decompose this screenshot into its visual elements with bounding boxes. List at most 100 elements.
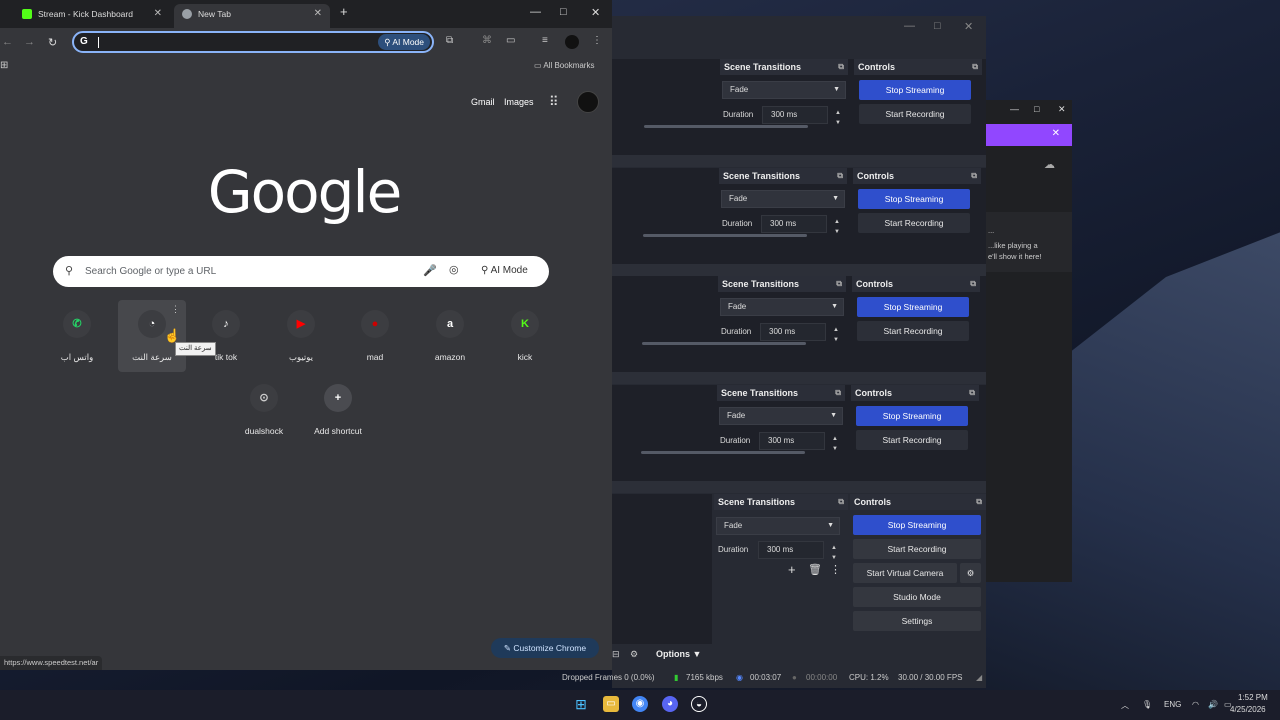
account-avatar[interactable] <box>577 91 599 113</box>
start-recording-button[interactable]: Start Recording <box>858 213 970 233</box>
settings-button[interactable]: Settings <box>853 611 981 631</box>
popout-icon[interactable]: ⧉ <box>971 168 977 184</box>
more-vert-icon[interactable]: ⋮ <box>830 563 841 576</box>
popout-icon[interactable]: ⧉ <box>972 59 978 75</box>
discord-icon[interactable]: ◕ <box>662 696 678 712</box>
popout-icon[interactable]: ⧉ <box>838 59 844 75</box>
start-virtual-camera-button[interactable]: Start Virtual Camera <box>853 563 957 583</box>
filter-icon[interactable]: ⊟ <box>612 649 620 660</box>
popout-icon[interactable]: ⧉ <box>970 276 976 292</box>
close-icon[interactable]: ✕ <box>314 4 322 24</box>
start-recording-button[interactable]: Start Recording <box>856 430 968 450</box>
spin-down-icon[interactable]: ▼ <box>835 115 841 131</box>
volume-icon[interactable]: 🔊 <box>1208 700 1218 709</box>
stop-streaming-button[interactable]: Stop Streaming <box>857 297 969 317</box>
ai-mode-search-button[interactable]: ⚲ AI Mode <box>481 265 528 276</box>
start-recording-button[interactable]: Start Recording <box>853 539 981 559</box>
resize-grip-icon[interactable]: ◢ <box>976 673 982 682</box>
add-transition-icon[interactable]: + <box>788 562 796 577</box>
wifi-icon[interactable]: ◠ <box>1192 700 1199 709</box>
microphone-tray-icon[interactable]: 🎙 <box>1142 700 1152 709</box>
reload-icon[interactable]: ↻ <box>48 36 57 49</box>
obs-maximize-button[interactable]: □ <box>934 20 941 32</box>
microphone-icon[interactable]: 🎤 <box>423 264 437 277</box>
shortcut-tile[interactable]: + Add shortcut <box>304 374 372 446</box>
duration-spinbox[interactable]: 300 ms ▲ ▼ <box>759 432 838 452</box>
horizontal-scrollbar[interactable] <box>644 125 808 128</box>
stop-streaming-button[interactable]: Stop Streaming <box>856 406 968 426</box>
duration-spinbox[interactable]: 300 ms ▲ ▼ <box>758 541 837 561</box>
horizontal-scrollbar[interactable] <box>643 234 807 237</box>
extensions-icon[interactable]: ⧉ <box>446 35 453 46</box>
transition-select[interactable]: Fade ▼ <box>722 81 846 99</box>
transition-select[interactable]: Fade ▼ <box>721 190 845 208</box>
stop-streaming-button[interactable]: Stop Streaming <box>858 189 970 209</box>
forward-icon[interactable]: → <box>24 36 35 48</box>
popout-icon[interactable]: ⧉ <box>976 494 982 510</box>
virtual-camera-settings-button[interactable]: ⚙ <box>960 563 981 583</box>
tab-new-tab[interactable]: New Tab ✕ <box>174 4 330 28</box>
close-window-button[interactable]: ✕ <box>591 6 600 19</box>
obs-minimize-button[interactable]: — <box>904 20 915 32</box>
shortcut-tile[interactable]: K kick <box>491 300 559 372</box>
popout-icon[interactable]: ⧉ <box>838 494 844 510</box>
duration-spinbox[interactable]: 300 ms ▲ ▼ <box>760 323 839 343</box>
close-icon[interactable]: ✕ <box>1052 128 1060 139</box>
horizontal-scrollbar[interactable] <box>641 451 805 454</box>
chat-icon[interactable]: ☁ <box>1044 158 1055 171</box>
transition-select[interactable]: Fade ▼ <box>720 298 844 316</box>
shortcut-tile[interactable]: ✆ واتس اب <box>43 300 111 372</box>
spin-down-icon[interactable]: ▼ <box>832 441 838 457</box>
studio-mode-button[interactable]: Studio Mode <box>853 587 981 607</box>
shortcut-tile[interactable]: ● mad <box>341 300 409 372</box>
menu-icon[interactable]: ⋮ <box>592 35 602 46</box>
new-tab-button[interactable]: + <box>340 4 348 19</box>
profile-avatar[interactable] <box>565 35 579 49</box>
back-icon[interactable]: ← <box>2 36 13 48</box>
transition-select[interactable]: Fade ▼ <box>716 517 840 535</box>
ai-mode-button[interactable]: ⚲ AI Mode <box>378 34 430 50</box>
close-icon[interactable]: ✕ <box>154 4 162 24</box>
apps-grid-icon[interactable]: ⊞ <box>0 60 8 71</box>
minimize-button[interactable]: — <box>530 6 541 18</box>
maximize-button[interactable]: □ <box>560 6 567 18</box>
start-recording-button[interactable]: Start Recording <box>859 104 971 124</box>
stop-streaming-button[interactable]: Stop Streaming <box>859 80 971 100</box>
duration-spinbox[interactable]: 300 ms ▲ ▼ <box>761 215 840 235</box>
kick-close-button[interactable]: ✕ <box>1058 104 1066 115</box>
more-vert-icon[interactable]: ⋮ <box>171 304 180 315</box>
translate-icon[interactable]: ⌘ <box>482 35 492 46</box>
language-indicator[interactable]: ENG <box>1164 700 1181 709</box>
tray-overflow-icon[interactable]: ︿ <box>1121 700 1129 711</box>
options-button[interactable]: Options ▼ <box>656 649 701 659</box>
obs-close-button[interactable]: ✕ <box>964 20 973 33</box>
kick-maximize-button[interactable]: □ <box>1034 104 1039 114</box>
lens-camera-icon[interactable]: ◎ <box>449 263 459 276</box>
gmail-link[interactable]: Gmail <box>471 97 495 107</box>
transition-select[interactable]: Fade ▼ <box>719 407 843 425</box>
start-recording-button[interactable]: Start Recording <box>857 321 969 341</box>
images-link[interactable]: Images <box>504 97 534 107</box>
shortcut-tile[interactable]: ⊙ dualshock <box>230 374 298 446</box>
trash-icon[interactable]: 🗑 <box>808 563 822 576</box>
kick-minimize-button[interactable]: — <box>1010 104 1019 114</box>
ntp-search-box[interactable]: ⚲ Search Google or type a URL 🎤 ◎ ⚲ AI M… <box>53 256 549 287</box>
tab-kick-dashboard[interactable]: Stream - Kick Dashboard ✕ <box>14 4 170 28</box>
customize-chrome-button[interactable]: ✎ Customize Chrome <box>491 638 599 658</box>
duration-spinbox[interactable]: 300 ms ▲ ▼ <box>762 106 841 126</box>
obs-icon[interactable]: ◒ <box>691 696 707 712</box>
clock-date[interactable]: 4/25/2026 <box>1230 705 1266 714</box>
address-bar[interactable]: G ⚲ AI Mode <box>72 31 434 53</box>
reading-list-icon[interactable]: ≡ <box>542 35 548 46</box>
shortcut-tile[interactable]: ▶ يوتيوب <box>267 300 335 372</box>
google-apps-icon[interactable]: ⠿ <box>549 94 559 110</box>
clock-time[interactable]: 1:52 PM <box>1238 693 1268 702</box>
all-bookmarks-button[interactable]: ▭ All Bookmarks <box>534 61 594 70</box>
popout-icon[interactable]: ⧉ <box>969 385 975 401</box>
horizontal-scrollbar[interactable] <box>642 342 806 345</box>
gear-icon[interactable]: ⚙ <box>630 649 638 660</box>
cast-icon[interactable]: ▭ <box>506 35 515 46</box>
popout-icon[interactable]: ⧉ <box>837 168 843 184</box>
popout-icon[interactable]: ⧉ <box>836 276 842 292</box>
spin-down-icon[interactable]: ▼ <box>834 224 840 240</box>
